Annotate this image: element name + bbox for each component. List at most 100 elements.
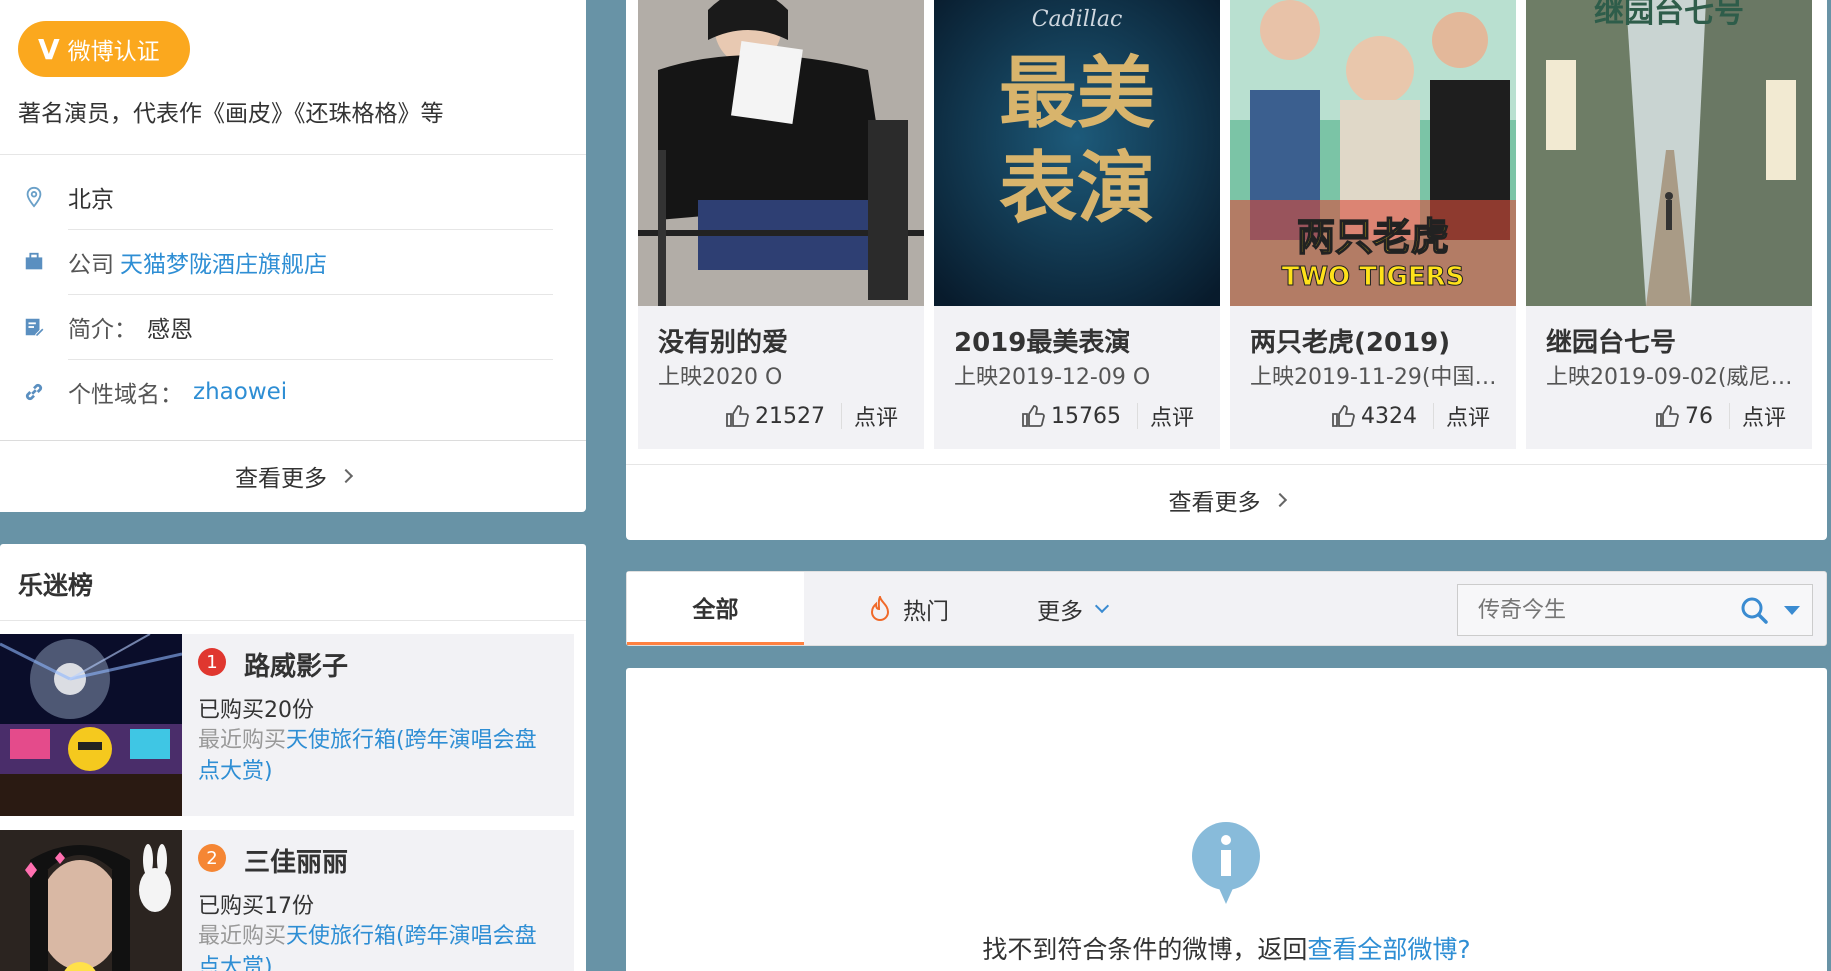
tab-more-dropdown[interactable]: 更多 — [1007, 572, 1137, 645]
domain-link[interactable]: zhaowei — [193, 379, 287, 405]
more-label: 查看更多 — [1168, 489, 1261, 516]
like-count: 15765 — [1050, 403, 1121, 429]
movie-poster[interactable] — [638, 0, 924, 306]
verify-description: 著名演员，代表作《画皮》《还珠格格》等 — [18, 101, 444, 127]
verify-label: 微博认证 — [67, 39, 160, 65]
thumbs-up-icon[interactable] — [1655, 404, 1679, 428]
feed-empty-card: 找不到符合条件的微博，返回查看全部微博? — [626, 668, 1827, 971]
movie-card[interactable]: 两只老虎 TWO TIGERS 两只老虎(2019) 上映2019-11-29(… — [1230, 0, 1516, 449]
fans-title: 乐迷榜 — [18, 571, 94, 600]
tab-hot-label: 热门 — [903, 598, 949, 625]
recent-prefix: 最近购买 — [198, 924, 287, 949]
tab-more-label: 更多 — [1037, 598, 1083, 625]
divider — [1728, 403, 1730, 429]
rank-badge: 2 — [198, 844, 226, 872]
movies-card: 没有别的爱 上映2020 O 21527 点评 Cadillac 最美 表演 2… — [626, 0, 1827, 540]
recent-prefix: 最近购买 — [198, 728, 287, 753]
poster-title-cn: 继园台七号 — [1594, 0, 1744, 30]
weibo-verify-badge[interactable]: V 微博认证 — [18, 21, 190, 77]
empty-text: 找不到符合条件的微博，返回 — [982, 935, 1308, 964]
feed-search-input[interactable] — [1478, 597, 1708, 623]
movie-title[interactable]: 2019最美表演 — [954, 322, 1130, 359]
poster-title-line2: 表演 — [999, 143, 1155, 234]
tab-all-label: 全部 — [692, 597, 739, 623]
fan-avatar-concert[interactable] — [0, 634, 182, 816]
thumbs-up-icon[interactable] — [725, 404, 749, 428]
feed-tabs-bar: 全部 热门 更多 — [626, 571, 1827, 646]
thumbs-up-icon[interactable] — [1021, 404, 1045, 428]
info-row-intro: 简介： 感恩 — [0, 295, 553, 359]
company-label: 公司 — [68, 252, 114, 278]
feed-search-box[interactable] — [1457, 584, 1813, 636]
profile-card: V 微博认证 著名演员，代表作《画皮》《还珠格格》等 北京 公司 天猫梦陇酒庄旗… — [0, 0, 586, 512]
movie-title[interactable]: 没有别的爱 — [658, 322, 788, 359]
location-pin-icon — [0, 186, 68, 208]
review-button[interactable]: 点评 — [854, 400, 898, 432]
tab-all[interactable]: 全部 — [627, 572, 804, 645]
divider — [0, 620, 586, 621]
chevron-down-icon — [1094, 598, 1110, 613]
verify-v-icon: V — [38, 32, 60, 66]
divider — [1136, 403, 1138, 429]
tab-hot[interactable]: 热门 — [839, 572, 979, 645]
chevron-right-icon — [1272, 492, 1287, 507]
fan-bought-count: 已购买20份 — [198, 698, 314, 723]
movie-release-date: 上映2019-09-02(威尼斯电影节) — [1546, 365, 1802, 390]
like-count: 76 — [1684, 403, 1713, 429]
company-link[interactable]: 天猫梦陇酒庄旗舰店 — [120, 245, 327, 279]
review-button[interactable]: 点评 — [1742, 400, 1786, 432]
movie-release-date: 上映2019-12-09 O — [954, 365, 1151, 390]
fan-item[interactable]: 2 三佳丽丽 已购买17份 最近购买天使旅行箱(跨年演唱会盘点大赏) — [0, 830, 574, 971]
movie-stats: 21527 点评 — [638, 398, 924, 434]
fan-bought-count: 已购买17份 — [198, 894, 314, 919]
movie-stats: 15765 点评 — [934, 398, 1220, 434]
flame-icon — [870, 595, 890, 621]
movie-poster[interactable]: 继园台七号 — [1526, 0, 1812, 306]
edit-note-icon — [0, 316, 68, 338]
profile-more-button[interactable]: 查看更多 — [0, 441, 586, 511]
fan-recent-purchase: 最近购买天使旅行箱(跨年演唱会盘点大赏) — [198, 725, 558, 787]
poster-brand-text: Cadillac — [1032, 7, 1123, 32]
like-count: 4324 — [1360, 403, 1417, 429]
location-value: 北京 — [68, 187, 114, 213]
movie-release-date: 上映2019-11-29(中国大陆) — [1250, 365, 1506, 390]
divider — [1432, 403, 1434, 429]
review-button[interactable]: 点评 — [1150, 400, 1194, 432]
empty-feed-message: 找不到符合条件的微博，返回查看全部微博? — [626, 930, 1827, 966]
fan-item[interactable]: 1 路威影子 已购买20份 最近购买天使旅行箱(跨年演唱会盘点大赏) — [0, 634, 574, 816]
search-icon[interactable] — [1740, 596, 1768, 624]
more-label: 查看更多 — [235, 466, 327, 492]
fan-avatar-selfie[interactable] — [0, 830, 182, 971]
movie-title[interactable]: 两只老虎(2019) — [1250, 322, 1450, 359]
movie-title[interactable]: 继园台七号 — [1546, 322, 1676, 359]
movie-poster[interactable]: 两只老虎 TWO TIGERS — [1230, 0, 1516, 306]
fan-name[interactable]: 三佳丽丽 — [244, 842, 348, 879]
fans-ranking-card: 乐迷榜 1 路威影子 已购买20份 最近购买天使旅行箱(跨年演唱会盘点大赏) 2… — [0, 544, 586, 971]
search-options-caret-icon[interactable] — [1784, 606, 1800, 615]
intro-label: 简介： — [68, 317, 137, 343]
poster-title-line1: 最美 — [999, 48, 1155, 139]
info-row-location: 北京 — [0, 165, 553, 229]
movie-stats: 4324 点评 — [1230, 398, 1516, 434]
poster-title-cn: 两只老虎 — [1297, 215, 1449, 259]
link-chain-icon — [0, 381, 68, 403]
movie-card[interactable]: 继园台七号 继园台七号 上映2019-09-02(威尼斯电影节) 76 点评 — [1526, 0, 1812, 449]
view-all-weibo-link[interactable]: 查看全部微博? — [1307, 935, 1470, 964]
like-count: 21527 — [754, 403, 825, 429]
movie-poster[interactable]: Cadillac 最美 表演 — [934, 0, 1220, 306]
rank-badge: 1 — [198, 648, 226, 676]
domain-label: 个性域名： — [68, 382, 183, 408]
movies-more-button[interactable]: 查看更多 — [626, 464, 1827, 534]
movie-release-date: 上映2020 O — [658, 365, 783, 390]
briefcase-icon — [0, 251, 68, 273]
thumbs-up-icon[interactable] — [1331, 404, 1355, 428]
poster-title-en: TWO TIGERS — [1282, 262, 1465, 292]
intro-value: 感恩 — [147, 317, 193, 343]
movie-card[interactable]: 没有别的爱 上映2020 O 21527 点评 — [638, 0, 924, 449]
movie-card[interactable]: Cadillac 最美 表演 2019最美表演 上映2019-12-09 O 1… — [934, 0, 1220, 449]
fan-name[interactable]: 路威影子 — [244, 646, 348, 683]
chevron-right-icon — [338, 468, 354, 484]
info-row-domain: 个性域名： zhaowei — [0, 360, 553, 424]
review-button[interactable]: 点评 — [1446, 400, 1490, 432]
movie-stats: 76 点评 — [1526, 398, 1812, 434]
